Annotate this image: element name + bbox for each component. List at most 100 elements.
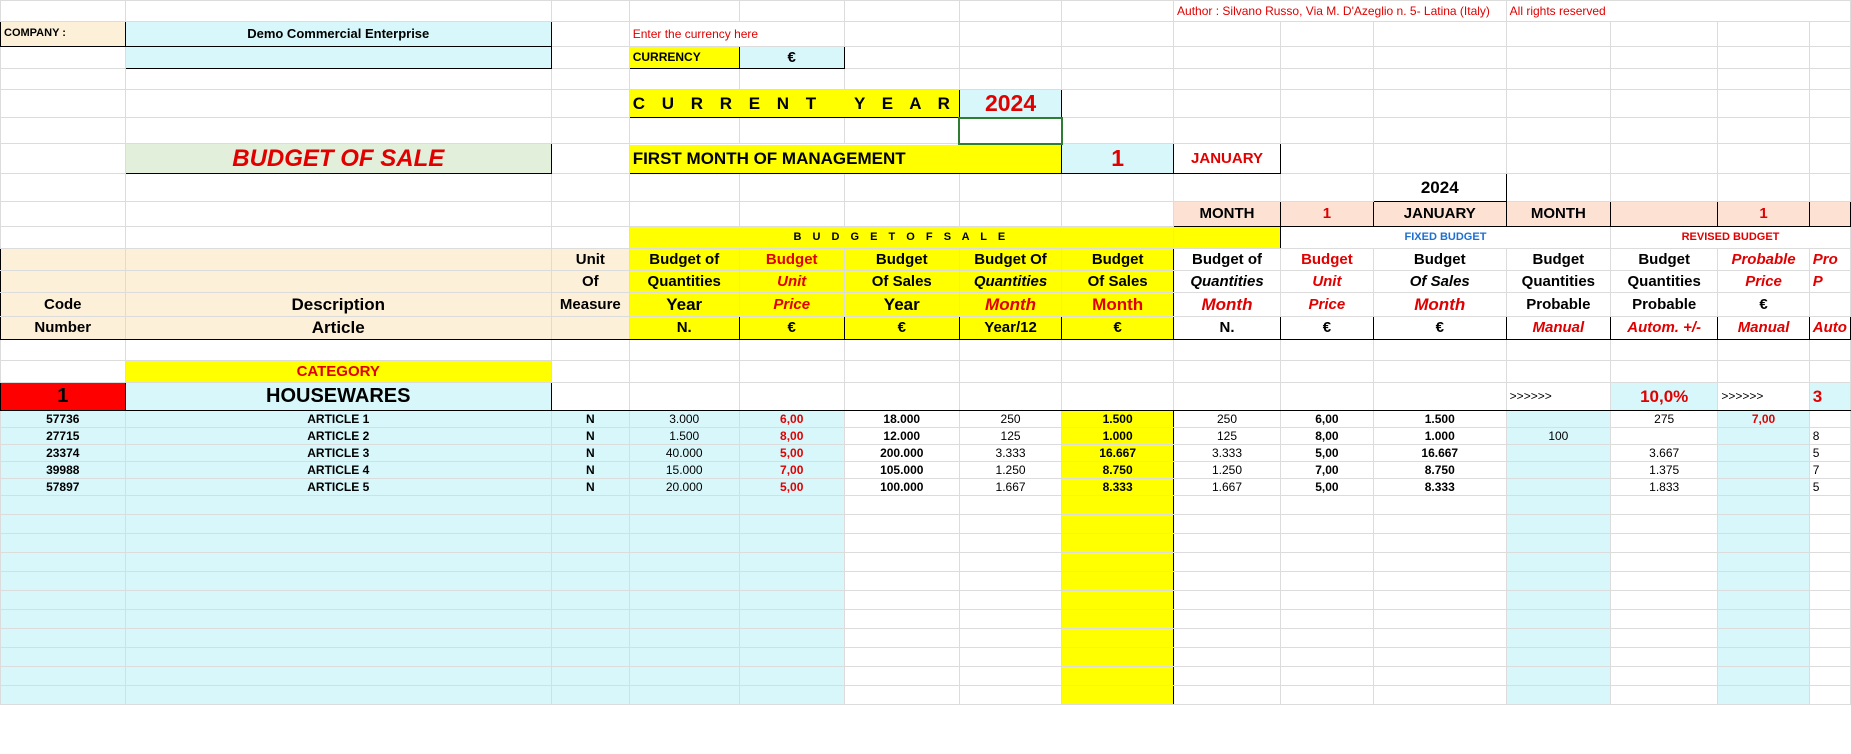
empty-cell[interactable] (843, 552, 960, 572)
qty-year-cell[interactable]: 20.000 (628, 478, 740, 496)
unit-cell[interactable]: N (550, 444, 630, 462)
empty-cell[interactable] (958, 533, 1063, 553)
revised-qty-manual-cell[interactable] (1505, 444, 1612, 462)
empty-cell[interactable] (1372, 533, 1507, 553)
empty-cell[interactable] (1279, 552, 1374, 572)
empty-cell[interactable] (1808, 552, 1851, 572)
empty-cell[interactable] (0, 495, 126, 515)
empty-cell[interactable] (1061, 590, 1175, 610)
empty-cell[interactable] (1717, 609, 1810, 629)
empty-cell[interactable] (958, 647, 1063, 667)
empty-cell[interactable] (628, 514, 740, 534)
code-cell[interactable]: 57736 (0, 410, 126, 428)
empty-cell[interactable] (843, 647, 960, 667)
unit-price-cell[interactable]: 5,00 (738, 444, 845, 462)
empty-cell[interactable] (1173, 514, 1281, 534)
empty-cell[interactable] (0, 666, 126, 686)
empty-cell[interactable] (1173, 552, 1281, 572)
empty-cell[interactable] (0, 647, 126, 667)
qty-year-cell[interactable]: 40.000 (628, 444, 740, 462)
empty-cell[interactable] (1717, 514, 1810, 534)
empty-cell[interactable] (1173, 628, 1281, 648)
empty-cell[interactable] (124, 552, 552, 572)
empty-cell[interactable] (1173, 533, 1281, 553)
empty-cell[interactable] (1808, 609, 1851, 629)
current-year-input[interactable]: 2024 (958, 89, 1063, 118)
empty-cell[interactable] (124, 514, 552, 534)
empty-cell[interactable] (550, 666, 630, 686)
empty-cell[interactable] (1061, 609, 1175, 629)
empty-cell[interactable] (1610, 609, 1719, 629)
empty-cell[interactable] (1610, 666, 1719, 686)
qty-year-cell[interactable]: 3.000 (628, 410, 740, 428)
empty-cell[interactable] (1173, 495, 1281, 515)
empty-cell[interactable] (738, 533, 845, 553)
empty-cell[interactable] (550, 590, 630, 610)
empty-cell[interactable] (1808, 685, 1851, 705)
empty-cell[interactable] (1717, 647, 1810, 667)
empty-cell[interactable] (1505, 590, 1612, 610)
empty-cell[interactable] (550, 552, 630, 572)
empty-cell[interactable] (1061, 628, 1175, 648)
empty-cell[interactable] (1372, 590, 1507, 610)
empty-cell[interactable] (628, 552, 740, 572)
empty-cell[interactable] (958, 571, 1063, 591)
empty-cell[interactable] (1808, 590, 1851, 610)
empty-cell[interactable] (1173, 590, 1281, 610)
empty-cell[interactable] (1279, 571, 1374, 591)
empty-cell[interactable] (738, 647, 845, 667)
empty-cell[interactable] (958, 609, 1063, 629)
empty-cell[interactable] (1610, 590, 1719, 610)
empty-cell[interactable] (738, 609, 845, 629)
empty-cell[interactable] (0, 609, 126, 629)
empty-cell[interactable] (1717, 533, 1810, 553)
empty-cell[interactable] (1808, 571, 1851, 591)
empty-cell[interactable] (1717, 552, 1810, 572)
empty-cell[interactable] (738, 666, 845, 686)
empty-cell[interactable] (1505, 647, 1612, 667)
revised-qty-manual-cell[interactable] (1505, 461, 1612, 479)
empty-cell[interactable] (1372, 628, 1507, 648)
empty-cell[interactable] (738, 514, 845, 534)
empty-cell[interactable] (1061, 533, 1175, 553)
empty-cell[interactable] (738, 590, 845, 610)
empty-cell[interactable] (843, 514, 960, 534)
revised-qty-manual-cell[interactable] (1505, 410, 1612, 428)
empty-cell[interactable] (1717, 590, 1810, 610)
empty-cell[interactable] (0, 514, 126, 534)
unit-cell[interactable]: N (550, 461, 630, 479)
empty-cell[interactable] (1808, 628, 1851, 648)
empty-cell[interactable] (0, 552, 126, 572)
empty-cell[interactable] (1173, 571, 1281, 591)
first-month-number[interactable]: 1 (1061, 143, 1175, 174)
revised-qty-manual-cell[interactable]: 100 (1505, 427, 1612, 445)
empty-cell[interactable] (843, 590, 960, 610)
empty-cell[interactable] (550, 495, 630, 515)
description-cell[interactable]: ARTICLE 1 (124, 410, 552, 428)
empty-cell[interactable] (1372, 495, 1507, 515)
empty-cell[interactable] (1173, 609, 1281, 629)
empty-cell[interactable] (1372, 552, 1507, 572)
empty-cell[interactable] (1173, 685, 1281, 705)
empty-cell[interactable] (1061, 495, 1175, 515)
empty-cell[interactable] (124, 533, 552, 553)
empty-cell[interactable] (124, 666, 552, 686)
unit-price-cell[interactable]: 8,00 (738, 427, 845, 445)
empty-cell[interactable] (738, 571, 845, 591)
empty-cell[interactable] (628, 533, 740, 553)
unit-price-cell[interactable]: 6,00 (738, 410, 845, 428)
empty-cell[interactable] (550, 571, 630, 591)
unit-price-cell[interactable]: 7,00 (738, 461, 845, 479)
empty-cell[interactable] (958, 552, 1063, 572)
empty-cell[interactable] (1505, 552, 1612, 572)
empty-cell[interactable] (738, 552, 845, 572)
empty-cell[interactable] (1061, 571, 1175, 591)
empty-cell[interactable] (124, 495, 552, 515)
empty-cell[interactable] (1610, 647, 1719, 667)
empty-cell[interactable] (1279, 647, 1374, 667)
qty-year-cell[interactable]: 15.000 (628, 461, 740, 479)
empty-cell[interactable] (843, 685, 960, 705)
empty-cell[interactable] (628, 609, 740, 629)
empty-cell[interactable] (550, 609, 630, 629)
empty-cell[interactable] (1505, 609, 1612, 629)
